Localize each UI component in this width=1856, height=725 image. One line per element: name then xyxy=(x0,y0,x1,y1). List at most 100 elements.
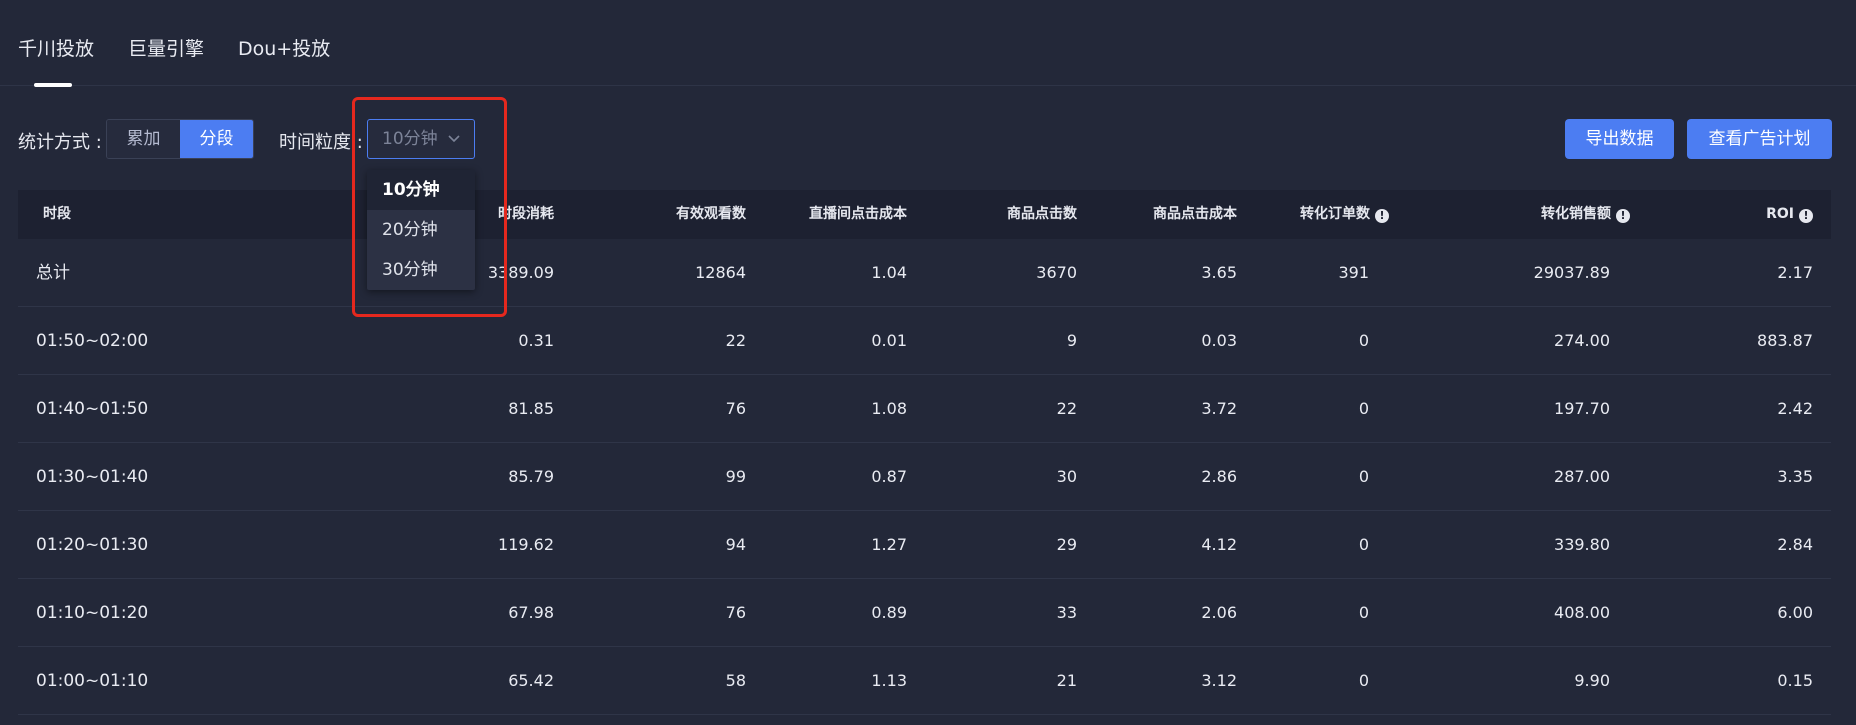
cell-roi: 6.00 xyxy=(1777,603,1813,622)
data-table: 时段 时段消耗 有效观看数 直播间点击成本 商品点击数 商品点击成本 转化订单数… xyxy=(18,190,1831,715)
cell-period: 01:30~01:40 xyxy=(36,467,149,487)
table-row: 01:10~01:20 67.98 76 0.89 33 2.06 0 408.00 6.00 xyxy=(18,579,1831,647)
cell-conversion-orders: 0 xyxy=(1358,603,1369,622)
export-data-button[interactable]: 导出数据 xyxy=(1565,119,1674,159)
cell-conversion-orders: 0 xyxy=(1358,671,1369,690)
cell-conversion-orders: 0 xyxy=(1358,535,1369,554)
header-conversion-sales-label: 转化销售额 xyxy=(1541,206,1611,222)
cell-period-cost: 81.85 xyxy=(508,399,554,418)
info-icon[interactable]: ! xyxy=(1616,209,1630,223)
cell-product-clicks: 29 xyxy=(1056,535,1077,554)
cell-period-cost: 3389.09 xyxy=(487,263,554,282)
cell-valid-views: 12864 xyxy=(695,263,746,282)
cell-roi: 2.42 xyxy=(1777,399,1813,418)
header-product-click-cost: 商品点击成本 xyxy=(1153,206,1237,222)
cell-period: 总计 xyxy=(36,263,70,283)
cell-valid-views: 99 xyxy=(725,467,746,486)
table-header: 时段 时段消耗 有效观看数 直播间点击成本 商品点击数 商品点击成本 转化订单数… xyxy=(18,190,1831,239)
granularity-selected-value: 10分钟 xyxy=(382,129,438,149)
cell-product-click-cost: 3.72 xyxy=(1201,399,1237,418)
header-conversion-sales: 转化销售额! xyxy=(1541,190,1630,239)
cell-product-clicks: 30 xyxy=(1056,467,1077,486)
granularity-label: 时间粒度 : xyxy=(279,132,363,153)
header-roi: ROI! xyxy=(1766,190,1813,239)
cell-roi: 3.35 xyxy=(1777,467,1813,486)
table-row: 01:20~01:30 119.62 94 1.27 29 4.12 0 339.80 2.84 xyxy=(18,511,1831,579)
table-row: 01:50~02:00 0.31 22 0.01 9 0.03 0 274.00 883.87 xyxy=(18,307,1831,375)
granularity-select[interactable]: 10分钟 xyxy=(367,119,475,159)
tab-qianchuan[interactable]: 千川投放 xyxy=(18,34,94,61)
cell-valid-views: 58 xyxy=(725,671,746,690)
cell-conversion-sales: 339.80 xyxy=(1554,535,1610,554)
cell-product-clicks: 3670 xyxy=(1036,263,1077,282)
cell-product-clicks: 21 xyxy=(1056,671,1077,690)
header-conversion-orders: 转化订单数! xyxy=(1300,190,1389,239)
granularity-dropdown: 10分钟 20分钟 30分钟 xyxy=(367,170,475,290)
chevron-down-icon xyxy=(448,135,460,143)
cell-live-click-cost: 1.27 xyxy=(871,535,907,554)
cell-conversion-sales: 287.00 xyxy=(1554,467,1610,486)
cell-conversion-sales: 274.00 xyxy=(1554,331,1610,350)
cell-conversion-orders: 0 xyxy=(1358,467,1369,486)
cell-valid-views: 76 xyxy=(725,399,746,418)
cell-product-click-cost: 2.06 xyxy=(1201,603,1237,622)
table-row: 01:00~01:10 65.42 58 1.13 21 3.12 0 9.90 0.15 xyxy=(18,647,1831,715)
cell-product-clicks: 9 xyxy=(1066,331,1077,350)
header-period: 时段 xyxy=(43,206,71,222)
granularity-option-20[interactable]: 20分钟 xyxy=(367,210,475,250)
header-product-clicks: 商品点击数 xyxy=(1007,206,1077,222)
cell-product-clicks: 22 xyxy=(1056,399,1077,418)
header-live-click-cost: 直播间点击成本 xyxy=(809,206,907,222)
header-valid-views: 有效观看数 xyxy=(676,206,746,222)
table-row: 01:40~01:50 81.85 76 1.08 22 3.72 0 197.70 2.42 xyxy=(18,375,1831,443)
cell-period: 01:40~01:50 xyxy=(36,399,149,419)
cell-roi: 2.84 xyxy=(1777,535,1813,554)
cell-roi: 883.87 xyxy=(1757,331,1813,350)
tab-juliang[interactable]: 巨量引擎 xyxy=(128,34,204,61)
table-row: 01:30~01:40 85.79 99 0.87 30 2.86 0 287.00 3.35 xyxy=(18,443,1831,511)
cell-live-click-cost: 1.04 xyxy=(871,263,907,282)
cell-period: 01:00~01:10 xyxy=(36,671,149,691)
stat-method-toggle: 累加 分段 xyxy=(106,119,254,159)
cell-live-click-cost: 0.87 xyxy=(871,467,907,486)
granularity-option-10[interactable]: 10分钟 xyxy=(367,170,475,210)
info-icon[interactable]: ! xyxy=(1375,209,1389,223)
stat-method-label: 统计方式 : xyxy=(18,132,102,153)
cell-conversion-sales: 9.90 xyxy=(1574,671,1610,690)
cell-live-click-cost: 1.08 xyxy=(871,399,907,418)
cell-valid-views: 94 xyxy=(725,535,746,554)
header-period-cost: 时段消耗 xyxy=(498,206,554,222)
cell-period-cost: 0.31 xyxy=(518,331,554,350)
cell-product-click-cost: 4.12 xyxy=(1201,535,1237,554)
cell-product-click-cost: 3.12 xyxy=(1201,671,1237,690)
view-ad-plan-button[interactable]: 查看广告计划 xyxy=(1687,119,1832,159)
tab-dou-plus[interactable]: Dou+投放 xyxy=(238,34,330,61)
cell-conversion-sales: 29037.89 xyxy=(1533,263,1610,282)
cell-period-cost: 119.62 xyxy=(498,535,554,554)
cell-roi: 0.15 xyxy=(1777,671,1813,690)
info-icon[interactable]: ! xyxy=(1799,209,1813,223)
granularity-option-30[interactable]: 30分钟 xyxy=(367,250,475,290)
cell-period: 01:20~01:30 xyxy=(36,535,149,555)
cell-valid-views: 76 xyxy=(725,603,746,622)
cell-live-click-cost: 1.13 xyxy=(871,671,907,690)
stat-cumulative-button[interactable]: 累加 xyxy=(107,120,180,158)
table-row-total: 总计 3389.09 12864 1.04 3670 3.65 391 29037.89 2.1… xyxy=(18,239,1831,307)
cell-conversion-orders: 0 xyxy=(1358,331,1369,350)
cell-roi: 2.17 xyxy=(1777,263,1813,282)
cell-conversion-orders: 0 xyxy=(1358,399,1369,418)
cell-period: 01:10~01:20 xyxy=(36,603,149,623)
cell-conversion-sales: 408.00 xyxy=(1554,603,1610,622)
stat-segment-button[interactable]: 分段 xyxy=(180,120,253,158)
cell-period: 01:50~02:00 xyxy=(36,331,149,351)
cell-period-cost: 85.79 xyxy=(508,467,554,486)
header-conversion-orders-label: 转化订单数 xyxy=(1300,206,1370,222)
cell-conversion-sales: 197.70 xyxy=(1554,399,1610,418)
header-roi-label: ROI xyxy=(1766,206,1794,222)
cell-period-cost: 65.42 xyxy=(508,671,554,690)
cell-live-click-cost: 0.01 xyxy=(871,331,907,350)
cell-product-click-cost: 0.03 xyxy=(1201,331,1237,350)
cell-period-cost: 67.98 xyxy=(508,603,554,622)
cell-conversion-orders: 391 xyxy=(1338,263,1369,282)
active-tab-indicator xyxy=(34,83,72,87)
